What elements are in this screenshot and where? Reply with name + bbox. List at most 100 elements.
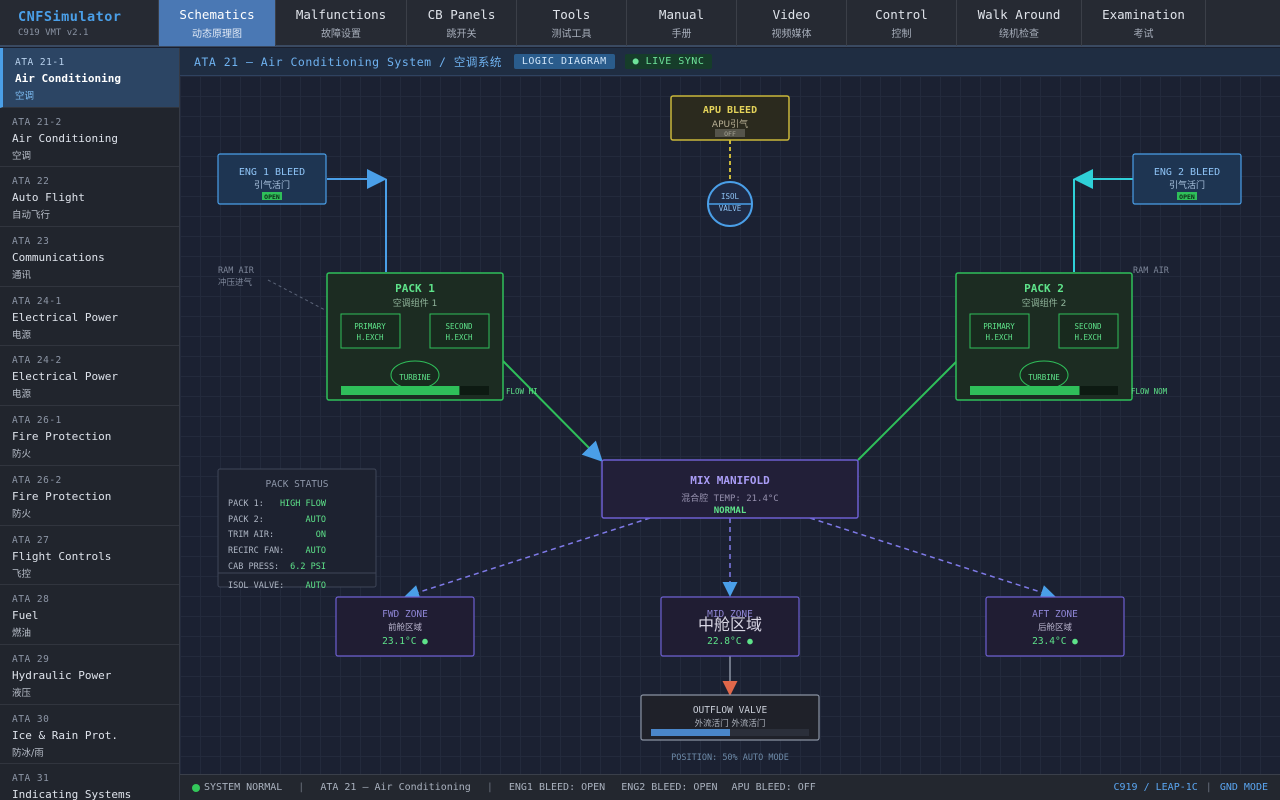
tab-control[interactable]: Control 控制: [847, 0, 957, 46]
sidebar-item-ata-22[interactable]: ATA 22 Auto Flight 自动飞行: [0, 167, 179, 228]
sidebar-item-title: Fire Protection: [12, 430, 112, 444]
eng1-bleed-title: ENG 1 BLEED: [239, 167, 305, 178]
eng1-bleed-block[interactable]: ENG 1 BLEED 引气活门 OPEN: [217, 153, 327, 205]
sidebar-item-zh: 电源: [12, 389, 32, 401]
sidebar-item-ata-21-2[interactable]: ATA 21-2 Air Conditioning 空调: [0, 108, 179, 168]
ata-sidebar: ATA 21-1 Air Conditioning 空调 ATA 21-2 Air C…: [0, 48, 180, 800]
top-bar: CNFSimulator C919 VMT v2.1 Schematics 动态原…: [0, 0, 1280, 47]
tab-walk-around[interactable]: Walk Around 绕机检查: [957, 0, 1082, 46]
tab-sublabel: 测试工具: [551, 28, 592, 40]
tab-manual[interactable]: Manual 手册: [627, 0, 737, 46]
system-status-dot-icon: [192, 783, 200, 792]
sidebar-item-ata-26-2[interactable]: ATA 26-2 Fire Protection 防火: [0, 466, 179, 526]
pack1-flow-label: FLOW HI: [506, 387, 538, 396]
mix-manifold-temp: 混合腔 TEMP: 21.4°C: [681, 492, 778, 504]
mix-manifold-state: NORMAL: [714, 506, 747, 516]
sidebar-item-code: ATA 31: [12, 773, 50, 785]
sidebar-item-ata-30[interactable]: ATA 30 Ice & Rain Prot. 防冰/雨: [0, 705, 179, 765]
sidebar-item-ata-29[interactable]: ATA 29 Hydraulic Power 液压: [0, 645, 179, 705]
mix-manifold-block[interactable]: MIX MANIFOLD 混合腔 TEMP: 21.4°C NORMAL: [601, 459, 859, 519]
sidebar-item-ata-24-2[interactable]: ATA 24-2 Electrical Power 电源: [0, 346, 179, 407]
pack1-block[interactable]: PACK 1 空调组件 1 PRIMARY H.EXCH SECOND H.EX…: [326, 272, 504, 401]
sidebar-item-title: Communications: [12, 251, 105, 265]
status-eng1-bleed: ENG1 BLEED: OPEN: [508, 782, 606, 793]
sidebar-item-title: Hydraulic Power: [12, 668, 112, 682]
pack2-primary-hexch: [969, 313, 1030, 349]
apu-bleed-block[interactable]: APU BLEED APU引气 OFF: [670, 95, 790, 141]
pack-status-row-value: 6.2 PSI: [290, 562, 326, 572]
sidebar-item-ata-28[interactable]: ATA 28 Fuel 燃油: [0, 585, 179, 645]
tab-label: Manual: [658, 6, 705, 22]
sidebar-item-zh: 空调: [12, 150, 32, 162]
pack2-primary-label-2: H.EXCH: [985, 333, 1013, 342]
ram-air-left-label: RAM AIR: [218, 266, 255, 276]
pack1-turbine-label: TURBINE: [399, 373, 431, 382]
sidebar-item-code: ATA 22: [12, 176, 50, 188]
aft-zone-zh: 后舱区域: [1038, 622, 1073, 633]
fwd-zone-temp: 23.1°C ●: [382, 636, 428, 647]
sidebar-item-ata-31[interactable]: ATA 31 Indicating Systems: [0, 764, 179, 800]
pack1-title: PACK 1: [395, 282, 435, 295]
sidebar-item-ata-27[interactable]: ATA 27 Flight Controls 飞控: [0, 526, 179, 586]
pack-status-panel: PACK STATUS PACK 1: HIGH FLOW PACK 2: AU…: [217, 468, 377, 591]
tab-tools[interactable]: Tools 测试工具: [517, 0, 627, 46]
logic-diagram-badge[interactable]: LOGIC DIAGRAM: [513, 54, 615, 69]
ram-air-left-line: [267, 279, 326, 311]
breadcrumb-en: ATA 21 — Air Conditioning System /: [194, 54, 454, 69]
tab-examination[interactable]: Examination 考试: [1082, 0, 1206, 46]
pack2-zh: 空调组件 2: [1022, 297, 1067, 309]
manifold-to-aft-line: [809, 517, 1056, 600]
sidebar-item-title: Ice & Rain Prot.: [12, 728, 118, 742]
pack-status-row-value: AUTO: [306, 546, 326, 556]
tab-sublabel: 绕机检查: [999, 28, 1039, 40]
tab-video[interactable]: Video 视频媒体: [737, 0, 847, 46]
outflow-valve-block[interactable]: OUTFLOW VALVE 外流活门 外流活门: [640, 694, 820, 741]
fwd-zone-block[interactable]: FWD ZONE 前舱区域 23.1°C ●: [335, 596, 475, 657]
sidebar-item-zh: 电源: [12, 329, 32, 341]
sidebar-item-zh: 通讯: [12, 270, 32, 282]
eng2-bleed-block[interactable]: ENG 2 BLEED 引气活门 OPEN: [1132, 153, 1242, 205]
sidebar-item-code: ATA 24-1: [12, 295, 62, 307]
tab-label: Examination: [1102, 6, 1185, 22]
tab-sublabel: 视频媒体: [771, 28, 812, 40]
outflow-valve-zh: 外流活门 外流活门: [695, 718, 766, 729]
sidebar-item-code: ATA 24-2: [12, 355, 62, 367]
status-apu-bleed: APU BLEED: OFF: [731, 782, 816, 793]
status-mode: GND MODE: [1219, 782, 1268, 793]
pack1-zh: 空调组件 1: [393, 297, 438, 309]
pack-status-row-label: CAB PRESS:: [228, 562, 279, 572]
pack-status-row-label: ISOL VALVE:: [228, 581, 284, 591]
sidebar-item-zh: 燃油: [12, 628, 32, 640]
mid-zone-temp: 22.8°C ●: [707, 636, 753, 647]
tab-malfunctions[interactable]: Malfunctions 故障设置: [276, 0, 407, 46]
sidebar-item-code: ATA 21-2: [12, 116, 62, 128]
sidebar-item-ata-24-1[interactable]: ATA 24-1 Electrical Power 电源: [0, 287, 179, 347]
status-aircraft: C919 / LEAP-1C: [1113, 782, 1198, 793]
sidebar-item-title: Fuel: [12, 609, 39, 623]
status-bar: SYSTEM NORMAL | ATA 21 — Air Conditionin…: [180, 774, 1280, 800]
tab-cb-panels[interactable]: CB Panels 跳开关: [407, 0, 517, 46]
sidebar-item-ata-23[interactable]: ATA 23 Communications 通讯: [0, 227, 179, 287]
pack2-title: PACK 2: [1024, 282, 1064, 295]
status-separator: |: [1205, 782, 1212, 793]
tab-sublabel: 考试: [1133, 28, 1154, 40]
pack2-primary-label-1: PRIMARY: [983, 322, 1015, 331]
sidebar-item-ata-21-1[interactable]: ATA 21-1 Air Conditioning 空调: [0, 48, 179, 108]
isol-valve[interactable]: ISOL VALVE: [707, 181, 753, 227]
tab-sublabel: 动态原理图: [192, 28, 242, 40]
system-status-text: SYSTEM NORMAL: [204, 782, 283, 793]
mid-zone-block[interactable]: MID ZONE 中舱区域 22.8°C ●: [660, 596, 800, 657]
apu-bleed-zh: APU引气: [712, 118, 748, 130]
fwd-zone-zh: 前舱区域: [388, 622, 423, 633]
tab-schematics[interactable]: Schematics 动态原理图: [159, 0, 276, 46]
pack2-block[interactable]: PACK 2 空调组件 2 PRIMARY H.EXCH SECOND H.EX…: [955, 272, 1133, 401]
tab-sublabel: 手册: [671, 28, 692, 40]
mid-zone-zh: 中舱区域: [698, 615, 762, 634]
eng2-bleed-title: ENG 2 BLEED: [1154, 167, 1220, 178]
breadcrumb-bar: ATA 21 — Air Conditioning System / 空调系统 …: [180, 48, 1280, 76]
sidebar-item-ata-26-1[interactable]: ATA 26-1 Fire Protection 防火: [0, 406, 179, 466]
sidebar-item-title: Electrical Power: [12, 370, 118, 384]
aft-zone-block[interactable]: AFT ZONE 后舱区域 23.4°C ●: [985, 596, 1125, 657]
app-version: C919 VMT v2.1: [18, 28, 89, 38]
eng1-bleed-state: OPEN: [264, 193, 280, 201]
